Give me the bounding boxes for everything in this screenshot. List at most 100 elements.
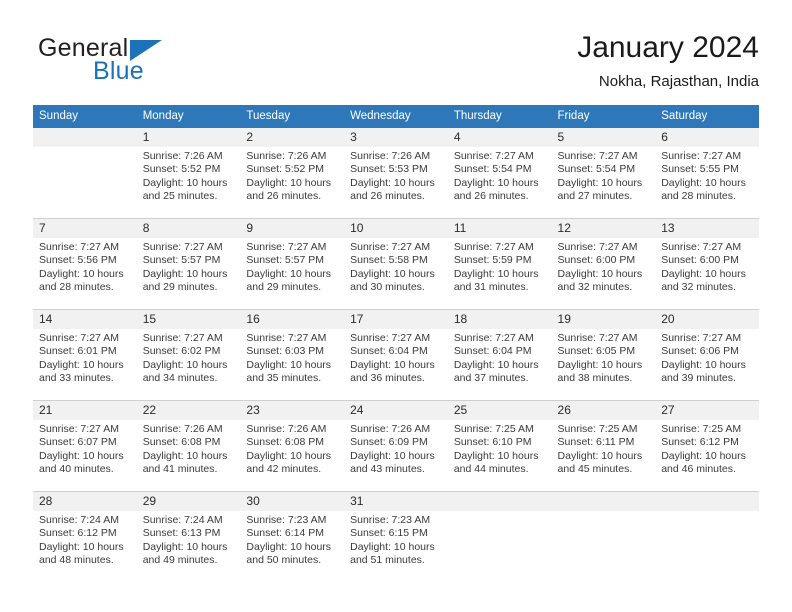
calendar-day-cell[interactable]: 23 Sunrise: 7:26 AM Sunset: 6:08 PM Dayligh… (240, 400, 345, 492)
day-number: 21 (33, 401, 137, 420)
calendar-day-cell[interactable]: 13 Sunrise: 7:27 AM Sunset: 6:00 PM Dayligh… (655, 218, 759, 310)
daylight-text-line1: Daylight: 10 hours (142, 267, 228, 280)
day-details: Sunrise: 7:24 AM Sunset: 6:13 PM Daylight:… (137, 511, 241, 567)
daylight-text-line2: and 46 minutes. (661, 462, 736, 475)
day-number: 12 (551, 219, 656, 238)
calendar-week-row: 28 Sunrise: 7:24 AM Sunset: 6:12 PM Dayligh… (33, 491, 759, 582)
sunrise-text: Sunrise: 7:26 AM (142, 423, 223, 435)
calendar-day-cell[interactable]: 10 Sunrise: 7:27 AM Sunset: 5:58 PM Dayligh… (344, 218, 448, 310)
calendar-day-cell[interactable]: 4 Sunrise: 7:27 AM Sunset: 5:54 PM Daylight… (447, 128, 552, 219)
sunrise-text: Sunrise: 7:26 AM (246, 423, 327, 435)
calendar-day-cell[interactable]: 27 Sunrise: 7:25 AM Sunset: 6:12 PM Dayligh… (655, 400, 759, 492)
calendar-day-cell[interactable]: 22 Sunrise: 7:26 AM Sunset: 6:08 PM Dayligh… (136, 400, 241, 492)
calendar-day-cell[interactable]: 8 Sunrise: 7:27 AM Sunset: 5:57 PM Daylight… (136, 218, 241, 310)
sunrise-text: Sunrise: 7:25 AM (453, 423, 534, 435)
day-number: 11 (447, 219, 552, 238)
sunset-text: Sunset: 6:15 PM (350, 527, 428, 540)
sunrise-text: Sunrise: 7:27 AM (246, 332, 327, 344)
sunset-text: Sunset: 6:03 PM (246, 345, 325, 358)
day-number: 26 (551, 401, 656, 420)
calendar-day-cell[interactable]: 15 Sunrise: 7:27 AM Sunset: 6:02 PM Dayligh… (136, 309, 241, 401)
calendar-day-cell[interactable]: 11 Sunrise: 7:27 AM Sunset: 5:59 PM Dayligh… (447, 218, 552, 310)
sunrise-text: Sunrise: 7:26 AM (142, 150, 223, 162)
daylight-text-line2: and 45 minutes. (557, 462, 633, 475)
daylight-text-line1: Daylight: 10 hours (39, 540, 124, 553)
calendar-day-cell[interactable]: 20 Sunrise: 7:27 AM Sunset: 6:06 PM Dayligh… (655, 309, 759, 401)
sunset-text: Sunset: 6:12 PM (39, 527, 117, 540)
calendar-day-cell[interactable]: 6 Sunrise: 7:27 AM Sunset: 5:55 PM Daylight… (655, 128, 759, 219)
calendar-day-cell[interactable]: 1 Sunrise: 7:26 AM Sunset: 5:52 PM Daylight… (136, 128, 241, 219)
daylight-text-line1: Daylight: 10 hours (350, 358, 435, 371)
calendar-header-row: Sunday Monday Tuesday Wednesday Thursday Frid… (33, 105, 759, 128)
daylight-text-line1: Daylight: 10 hours (246, 540, 332, 553)
sunset-text: Sunset: 6:00 PM (557, 254, 636, 267)
calendar-day-cell[interactable]: 26 Sunrise: 7:25 AM Sunset: 6:11 PM Dayligh… (551, 400, 656, 492)
page-subtitle: Nokha, Rajasthan, India (598, 73, 759, 90)
sunrise-text: Sunrise: 7:27 AM (661, 241, 742, 253)
sunset-text: Sunset: 5:54 PM (557, 163, 636, 176)
sunrise-text: Sunrise: 7:27 AM (246, 241, 327, 253)
day-number: 2 (240, 128, 345, 147)
sunrise-text: Sunrise: 7:23 AM (350, 514, 431, 526)
sunrise-text: Sunrise: 7:27 AM (661, 332, 742, 344)
calendar-day-cell[interactable]: 7 Sunrise: 7:27 AM Sunset: 5:56 PM Daylight… (33, 218, 137, 310)
calendar-day-cell[interactable]: 24 Sunrise: 7:26 AM Sunset: 6:09 PM Dayligh… (344, 400, 448, 492)
daylight-text-line2: and 50 minutes. (246, 553, 322, 566)
daylight-text-line2: and 33 minutes. (39, 371, 114, 384)
calendar-day-cell[interactable]: 29 Sunrise: 7:24 AM Sunset: 6:13 PM Dayligh… (136, 491, 241, 582)
sunrise-text: Sunrise: 7:25 AM (661, 423, 742, 435)
day-number: 31 (344, 492, 448, 511)
day-number: 30 (240, 492, 345, 511)
day-details: Sunrise: 7:27 AM Sunset: 5:57 PM Daylight:… (240, 238, 344, 294)
sunset-text: Sunset: 6:04 PM (350, 345, 428, 358)
calendar-day-cell[interactable]: 16 Sunrise: 7:27 AM Sunset: 6:03 PM Dayligh… (240, 309, 345, 401)
day-details: Sunrise: 7:27 AM Sunset: 6:04 PM Daylight:… (448, 329, 552, 385)
calendar-day-cell[interactable]: 3 Sunrise: 7:26 AM Sunset: 5:53 PM Daylight… (344, 128, 448, 219)
calendar-body: 1 Sunrise: 7:26 AM Sunset: 5:52 PM Daylight… (33, 128, 759, 582)
calendar-day-cell[interactable]: 9 Sunrise: 7:27 AM Sunset: 5:57 PM Daylight… (240, 218, 345, 310)
daylight-text-line2: and 51 minutes. (350, 553, 425, 566)
day-number: 18 (447, 310, 552, 329)
daylight-text-line1: Daylight: 10 hours (142, 540, 228, 553)
daylight-text-line1: Daylight: 10 hours (350, 176, 435, 189)
sunset-text: Sunset: 5:57 PM (142, 254, 221, 267)
weekday-header-saturday: Saturday (655, 105, 759, 128)
sunrise-text: Sunrise: 7:27 AM (557, 241, 638, 253)
sunrise-text: Sunrise: 7:27 AM (142, 332, 223, 344)
daylight-text-line1: Daylight: 10 hours (142, 176, 228, 189)
calendar-day-cell[interactable]: 18 Sunrise: 7:27 AM Sunset: 6:04 PM Dayligh… (447, 309, 552, 401)
calendar-day-cell[interactable]: 21 Sunrise: 7:27 AM Sunset: 6:07 PM Dayligh… (33, 400, 137, 492)
sunrise-text: Sunrise: 7:27 AM (557, 150, 638, 162)
calendar-day-cell[interactable]: 19 Sunrise: 7:27 AM Sunset: 6:05 PM Dayligh… (551, 309, 656, 401)
general-blue-logo[interactable]: General Blue (38, 34, 238, 90)
calendar-day-cell[interactable]: 17 Sunrise: 7:27 AM Sunset: 6:04 PM Dayligh… (344, 309, 448, 401)
page-header: General Blue January 2024 Nokha, Rajasth… (33, 30, 759, 98)
month-calendar: Sunday Monday Tuesday Wednesday Thursday Frid… (33, 105, 759, 582)
day-details: Sunrise: 7:26 AM Sunset: 6:09 PM Daylight:… (344, 420, 448, 476)
daylight-text-line2: and 43 minutes. (350, 462, 425, 475)
daylight-text-line1: Daylight: 10 hours (661, 267, 746, 280)
day-details: Sunrise: 7:26 AM Sunset: 5:52 PM Daylight:… (137, 147, 241, 203)
logo-word-blue: Blue (93, 57, 144, 85)
calendar-day-cell[interactable]: 31 Sunrise: 7:23 AM Sunset: 6:15 PM Dayligh… (344, 491, 448, 582)
calendar-day-cell[interactable]: 25 Sunrise: 7:25 AM Sunset: 6:10 PM Dayligh… (447, 400, 552, 492)
daylight-text-line2: and 31 minutes. (453, 280, 529, 293)
day-details: Sunrise: 7:27 AM Sunset: 6:00 PM Daylight:… (655, 238, 759, 294)
calendar-day-cell[interactable]: 5 Sunrise: 7:27 AM Sunset: 5:54 PM Daylight… (551, 128, 656, 219)
calendar-day-cell[interactable]: 2 Sunrise: 7:26 AM Sunset: 5:52 PM Daylight… (240, 128, 345, 219)
calendar-day-cell[interactable]: 30 Sunrise: 7:23 AM Sunset: 6:14 PM Dayligh… (240, 491, 345, 582)
day-number: 28 (33, 492, 137, 511)
daylight-text-line1: Daylight: 10 hours (557, 358, 643, 371)
daylight-text-line2: and 35 minutes. (246, 371, 322, 384)
day-number: 5 (551, 128, 656, 147)
daylight-text-line2: and 42 minutes. (246, 462, 322, 475)
title-block: January 2024 Nokha, Rajasthan, India (577, 30, 759, 93)
calendar-week-row: 21 Sunrise: 7:27 AM Sunset: 6:07 PM Dayligh… (33, 400, 759, 492)
sunset-text: Sunset: 6:09 PM (350, 436, 428, 449)
sunrise-text: Sunrise: 7:27 AM (557, 332, 638, 344)
calendar-empty-cell (655, 491, 759, 582)
calendar-day-cell[interactable]: 28 Sunrise: 7:24 AM Sunset: 6:12 PM Dayligh… (33, 491, 137, 582)
calendar-day-cell[interactable]: 14 Sunrise: 7:27 AM Sunset: 6:01 PM Dayligh… (33, 309, 137, 401)
sunset-text: Sunset: 6:08 PM (246, 436, 325, 449)
calendar-day-cell[interactable]: 12 Sunrise: 7:27 AM Sunset: 6:00 PM Dayligh… (551, 218, 656, 310)
